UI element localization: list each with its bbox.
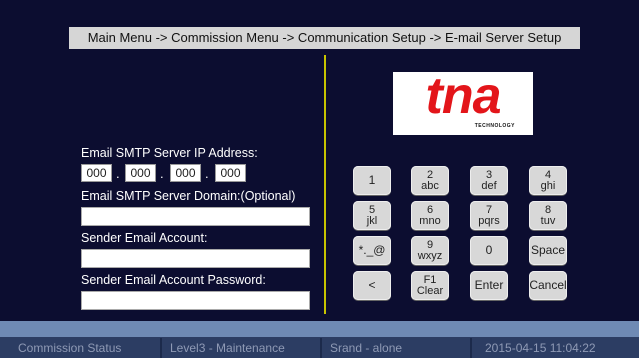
status-divider bbox=[470, 338, 472, 358]
key-6-button[interactable]: 6 mno bbox=[411, 201, 449, 230]
space-button[interactable]: Space bbox=[529, 236, 567, 265]
ip-octet-4-input[interactable]: 000 bbox=[215, 164, 246, 182]
key-label: 5 bbox=[368, 203, 376, 216]
status-datetime: 2015-04-15 11:04:22 bbox=[485, 341, 596, 355]
key-label: F1 bbox=[423, 273, 437, 286]
cancel-button[interactable]: Cancel bbox=[529, 271, 567, 300]
key-symbols-button[interactable]: *._@ bbox=[353, 236, 391, 265]
tna-logo: tna TECHNOLOGY bbox=[393, 67, 533, 135]
sender-password-input[interactable] bbox=[81, 291, 310, 310]
key-3-button[interactable]: 3 def bbox=[470, 166, 508, 195]
key-label: < bbox=[368, 278, 376, 292]
key-label: 6 bbox=[426, 203, 434, 216]
key-label: 3 bbox=[485, 168, 493, 181]
status-section: Commission Status bbox=[18, 341, 122, 355]
domain-label: Email SMTP Server Domain:(Optional) bbox=[81, 189, 296, 203]
ip-octet-1-input[interactable]: 000 bbox=[81, 164, 112, 182]
key-2-button[interactable]: 2 abc bbox=[411, 166, 449, 195]
key-sublabel: wxyz bbox=[417, 249, 443, 262]
ip-separator: . bbox=[116, 166, 120, 181]
key-sublabel: pqrs bbox=[478, 214, 500, 227]
breadcrumb: Main Menu -> Commission Menu -> Communic… bbox=[69, 27, 580, 49]
email-server-setup-screen: Main Menu -> Commission Menu -> Communic… bbox=[0, 0, 639, 358]
key-label: *._@ bbox=[358, 243, 386, 257]
logo-subtext: TECHNOLOGY bbox=[474, 123, 515, 129]
status-mode: Srand - alone bbox=[330, 341, 403, 355]
key-label: 2 bbox=[426, 168, 434, 181]
ip-separator: . bbox=[160, 166, 164, 181]
key-label: 4 bbox=[544, 168, 552, 181]
backspace-button[interactable]: < bbox=[353, 271, 391, 300]
ip-separator: . bbox=[205, 166, 209, 181]
key-7-button[interactable]: 7 pqrs bbox=[470, 201, 508, 230]
sender-account-input[interactable] bbox=[81, 249, 310, 268]
vertical-divider bbox=[324, 55, 326, 314]
key-sublabel: Clear bbox=[416, 284, 444, 297]
status-divider bbox=[320, 338, 322, 358]
logo-text: tna bbox=[425, 67, 502, 125]
key-sublabel: def bbox=[481, 179, 497, 192]
key-label: Space bbox=[530, 243, 566, 257]
key-label: 9 bbox=[426, 238, 434, 251]
key-0-button[interactable]: 0 bbox=[470, 236, 508, 265]
clear-button[interactable]: F1 Clear bbox=[411, 271, 449, 300]
ip-octet-2-input[interactable]: 000 bbox=[125, 164, 156, 182]
key-label: 7 bbox=[485, 203, 493, 216]
separator-bar bbox=[0, 321, 639, 337]
ip-address-label: Email SMTP Server IP Address: bbox=[81, 146, 258, 160]
sender-account-label: Sender Email Account: bbox=[81, 231, 208, 245]
status-divider bbox=[160, 338, 162, 358]
key-sublabel: mno bbox=[419, 214, 441, 227]
key-label: Cancel bbox=[529, 278, 567, 292]
key-8-button[interactable]: 8 tuv bbox=[529, 201, 567, 230]
status-level: Level3 - Maintenance bbox=[170, 341, 285, 355]
key-sublabel: abc bbox=[421, 179, 439, 192]
key-sublabel: jkl bbox=[366, 214, 378, 227]
key-label: 8 bbox=[544, 203, 552, 216]
sender-password-label: Sender Email Account Password: bbox=[81, 273, 266, 287]
ip-octet-3-input[interactable]: 000 bbox=[170, 164, 201, 182]
enter-button[interactable]: Enter bbox=[470, 271, 508, 300]
key-9-button[interactable]: 9 wxyz bbox=[411, 236, 449, 265]
key-sublabel: tuv bbox=[540, 214, 556, 227]
key-label: 1 bbox=[368, 173, 376, 187]
key-label: 0 bbox=[485, 243, 493, 257]
key-sublabel: ghi bbox=[540, 179, 556, 192]
key-4-button[interactable]: 4 ghi bbox=[529, 166, 567, 195]
key-5-button[interactable]: 5 jkl bbox=[353, 201, 391, 230]
key-1-button[interactable]: 1 bbox=[353, 166, 391, 195]
key-label: Enter bbox=[474, 278, 504, 292]
domain-input[interactable] bbox=[81, 207, 310, 226]
